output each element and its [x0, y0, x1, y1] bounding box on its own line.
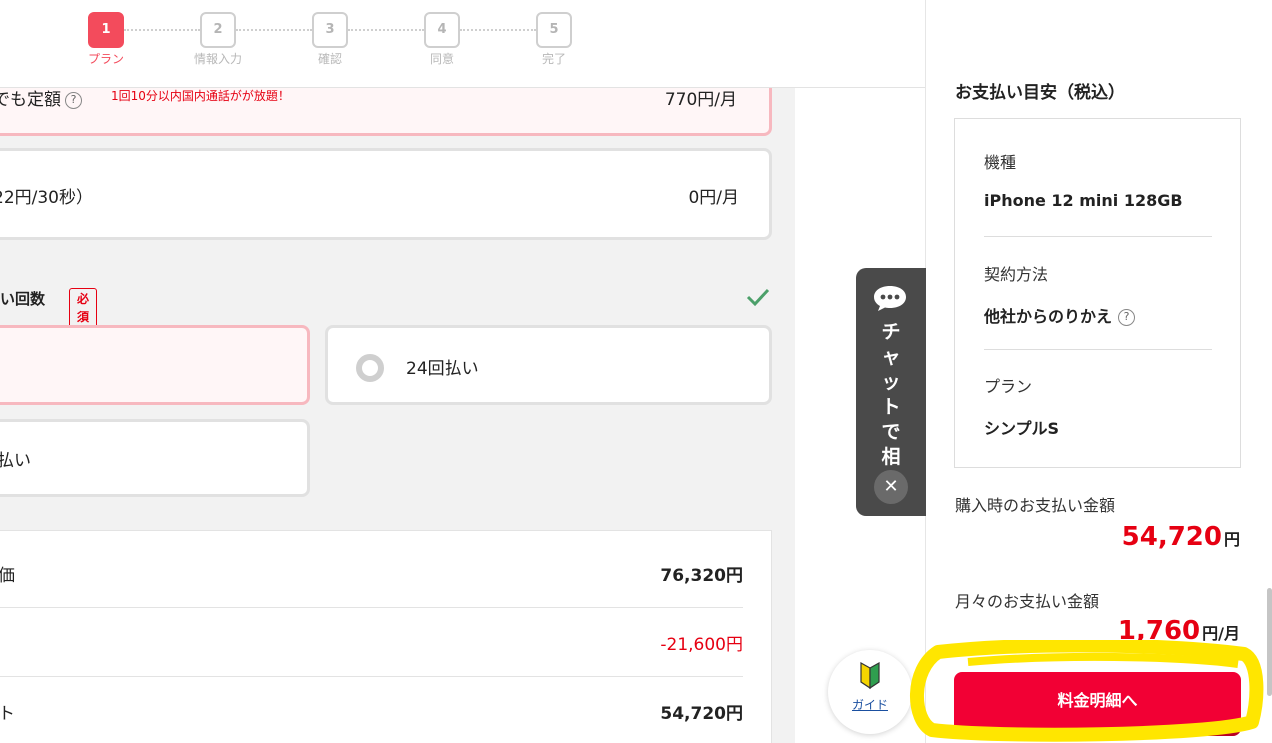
summary-value: 54,720円	[660, 704, 743, 724]
item-value: 他社からのりかえ?	[984, 303, 1136, 327]
chat-widget[interactable]: チャットで相談 ✕	[856, 268, 926, 516]
step-3: 3 確認	[312, 12, 348, 66]
installment-option-other[interactable]: 払い	[0, 419, 310, 497]
guide-label[interactable]: ガイド	[828, 696, 912, 713]
summary-value: -21,600円	[660, 635, 743, 655]
check-icon	[746, 288, 770, 307]
help-icon[interactable]: ?	[1118, 309, 1136, 326]
summary-label: ト	[0, 704, 15, 724]
plan-option-price: 770円/月	[664, 90, 737, 110]
plan-option-price: 0円/月	[688, 188, 739, 208]
required-badge: 必須	[69, 288, 98, 328]
chat-label: チャットで相談	[881, 321, 901, 493]
installment-option-lump[interactable]	[0, 325, 310, 405]
purchase-payment-amount: 54,720 円	[1121, 522, 1240, 552]
step-connector	[460, 29, 536, 31]
step-connector	[124, 29, 200, 31]
summary-value: 76,320円	[660, 566, 743, 586]
step-5: 5 完了	[536, 12, 572, 66]
summary-row: -21,600円	[0, 608, 743, 677]
plan-option-note: 1回10分以内国内通話がが放題！	[111, 89, 290, 103]
section-title: い回数	[0, 290, 46, 308]
guide-button[interactable]: ガイド	[828, 650, 912, 734]
item-value: iPhone 12 mini 128GB	[984, 191, 1183, 210]
monthly-payment-label: 月々のお支払い金額	[955, 592, 1100, 611]
item-key: 機種	[984, 153, 1017, 172]
panel-title: お支払い目安（税込）	[955, 83, 1125, 103]
installment-option-label: 24回払い	[406, 359, 479, 379]
price-summary: 価 76,320円 -21,600円 ト 54,720円	[0, 530, 772, 743]
plan-option-per-call[interactable]: 22円/30秒） 0円/月	[0, 148, 772, 240]
installment-option-label: 払い	[0, 451, 31, 471]
plan-option-label: 22円/30秒）	[0, 188, 93, 208]
item-key: 契約方法	[984, 265, 1049, 284]
step-connector	[236, 29, 312, 31]
radio-button[interactable]	[356, 354, 384, 382]
summary-item-plan: プラン シンプルS	[984, 343, 1212, 455]
main-content: でも定額? 1回10分以内国内通話がが放題！ 770円/月 22円/30秒） 0…	[0, 0, 795, 743]
close-icon[interactable]: ✕	[874, 470, 908, 504]
step-4: 4 同意	[424, 12, 460, 66]
purchase-payment-label: 購入時のお支払い金額	[955, 496, 1116, 515]
monthly-payment-amount: 1,760 円/月	[1117, 616, 1240, 646]
installment-option-24[interactable]: 24回払い	[325, 325, 772, 405]
summary-item-contract: 契約方法 他社からのりかえ?	[984, 231, 1212, 343]
header: 1 プラン 2 情報入力 3 確認 4 同意 5 完了	[0, 0, 925, 88]
summary-item-device: 機種 iPhone 12 mini 128GB	[984, 119, 1212, 231]
payment-panel: お支払い目安（税込） 機種 iPhone 12 mini 128GB 契約方法 …	[925, 0, 1272, 743]
step-2: 2 情報入力	[194, 12, 242, 66]
selection-summary-box: 機種 iPhone 12 mini 128GB 契約方法 他社からのりかえ? プ…	[954, 118, 1241, 468]
step-1: 1 プラン	[88, 12, 124, 66]
item-value: シンプルS	[984, 419, 1060, 438]
summary-label: 価	[0, 566, 15, 586]
chat-bubble-icon	[874, 286, 906, 311]
summary-row: ト 54,720円	[0, 677, 743, 743]
scrollbar[interactable]	[1267, 588, 1272, 696]
plan-option-label: でも定額?	[0, 85, 82, 110]
step-connector	[348, 29, 424, 31]
item-key: プラン	[984, 377, 1033, 396]
help-icon[interactable]: ?	[65, 92, 82, 109]
fee-details-button[interactable]: 料金明細へ	[954, 672, 1241, 736]
beginner-mark-icon	[860, 662, 880, 690]
summary-row: 価 76,320円	[0, 539, 743, 608]
